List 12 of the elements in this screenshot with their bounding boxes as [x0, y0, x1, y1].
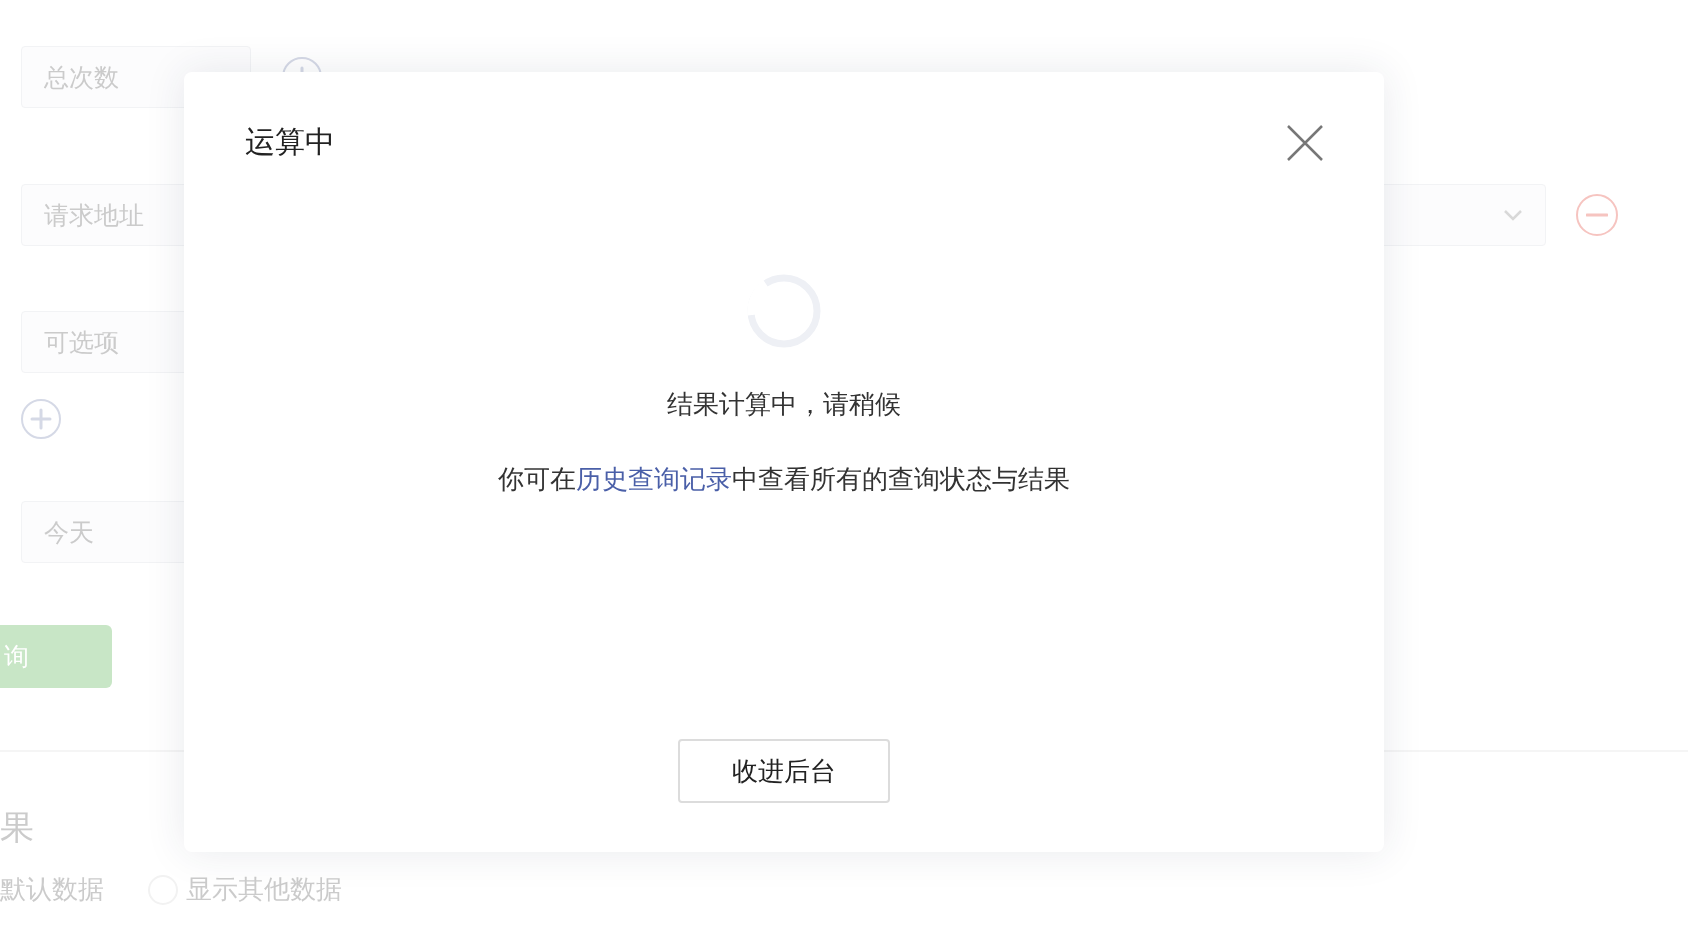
- plus-icon: [30, 408, 52, 430]
- query-button[interactable]: 询: [0, 625, 112, 688]
- hint-text: 你可在历史查询记录中查看所有的查询状态与结果: [498, 463, 1070, 496]
- chevron-down-icon: [1503, 209, 1523, 221]
- background-button[interactable]: 收进后台: [678, 739, 890, 803]
- minus-icon: [1586, 213, 1608, 217]
- dialog-title: 运算中: [245, 123, 335, 161]
- history-link[interactable]: 历史查询记录: [576, 464, 732, 494]
- status-message: 结果计算中，请稍候: [667, 388, 901, 421]
- remove-button[interactable]: [1576, 194, 1618, 236]
- add-button[interactable]: [21, 399, 61, 439]
- close-icon[interactable]: [1286, 123, 1324, 162]
